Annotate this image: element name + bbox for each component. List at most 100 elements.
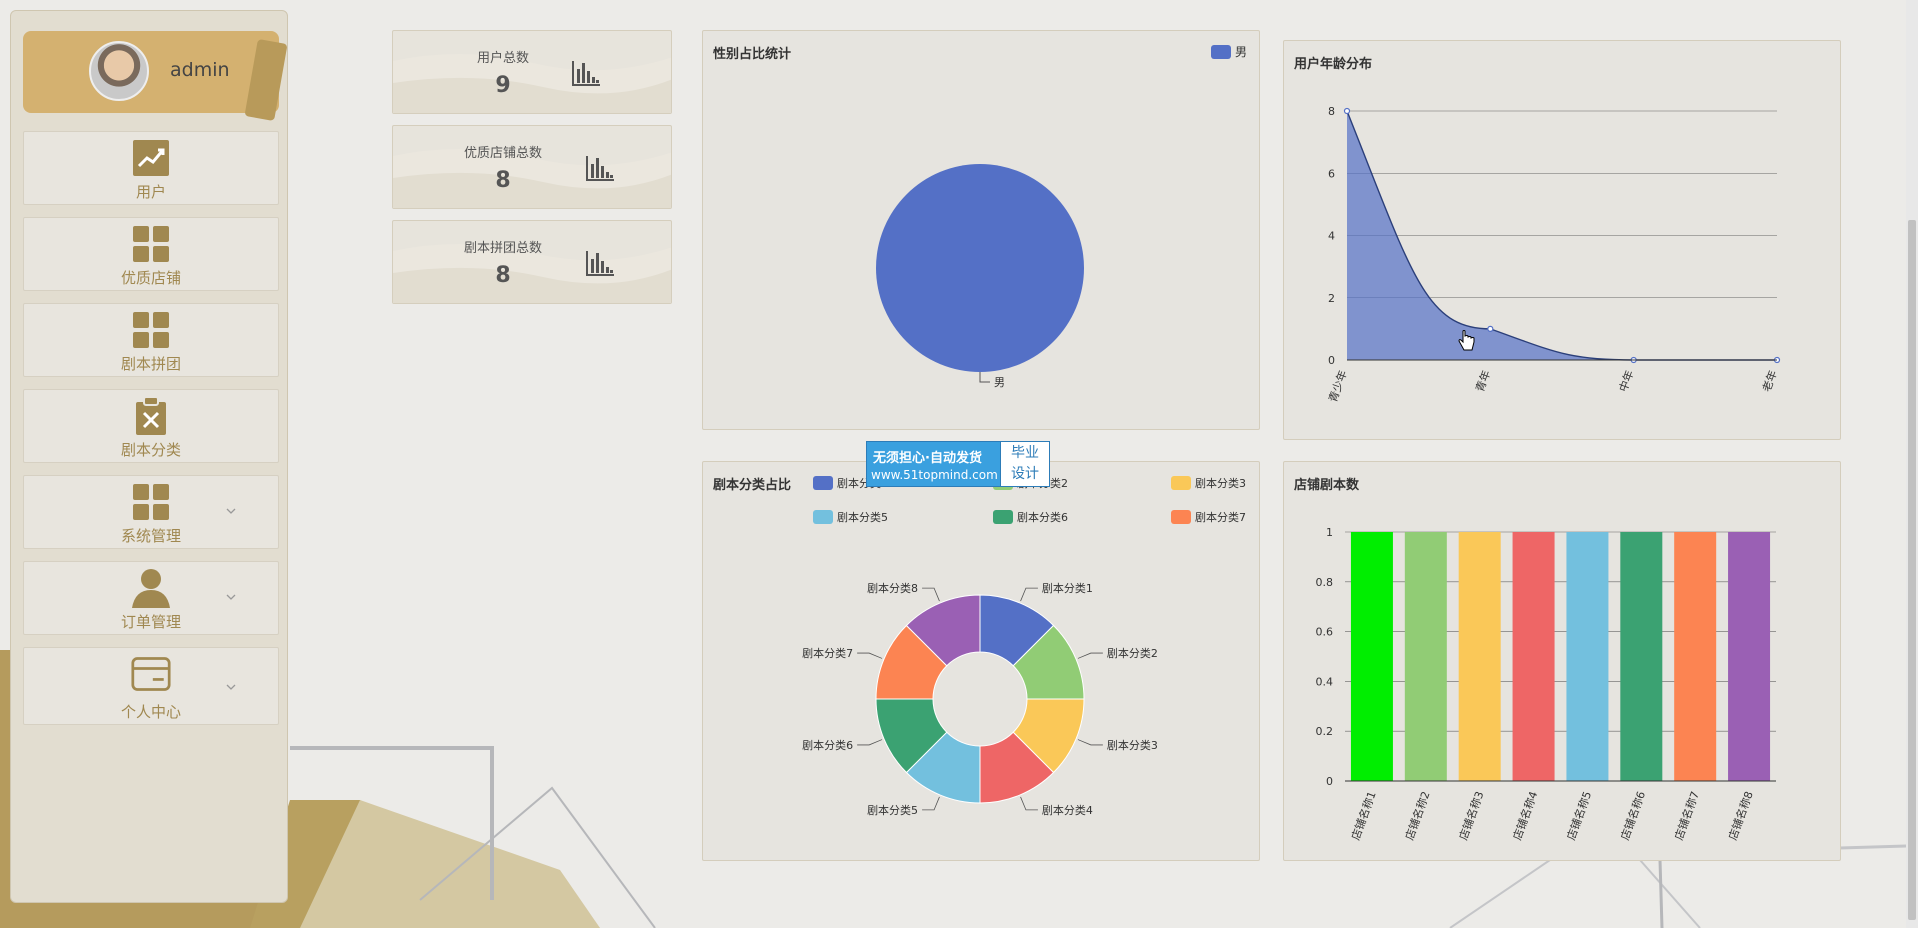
legend-swatch xyxy=(813,476,833,490)
stat-value: 9 xyxy=(495,73,511,98)
profile-card[interactable]: admin xyxy=(23,31,288,122)
grid-icon xyxy=(133,226,169,262)
category-donut-chart: 剧本分类1 剧本分类2 剧本分类3 剧本分类4 剧本分类5 剧本分类6 剧本分类7 剧本分类8… xyxy=(802,476,1246,817)
x-tick-label: 店铺名称7 xyxy=(1671,789,1702,842)
x-tick-label: 店铺名称5 xyxy=(1564,789,1595,842)
slice-label: 剧本分类4 xyxy=(1042,803,1093,817)
legend-label: 剧本分类5 xyxy=(837,510,888,524)
sidebar-item-label: 订单管理 xyxy=(120,613,181,631)
y-tick-label: 0.6 xyxy=(1316,626,1334,639)
bar xyxy=(1458,532,1501,781)
label-line xyxy=(857,739,883,746)
slice-label: 剧本分类2 xyxy=(1107,646,1158,660)
stat-card-users: 用户总数 9 xyxy=(392,30,672,114)
sidebar-item-label: 剧本拼团 xyxy=(120,355,181,373)
bar-chart-icon xyxy=(586,251,614,276)
pie-label: 男 xyxy=(994,376,1005,389)
bar xyxy=(1512,532,1555,781)
scrollbar[interactable] xyxy=(1906,0,1918,928)
bar xyxy=(1674,532,1717,781)
sidebar-item-script-category[interactable]: 剧本分类 xyxy=(23,389,279,463)
slice-label: 剧本分类3 xyxy=(1107,738,1158,752)
age-chart-panel: 用户年龄分布 0 2 4 6 8 青少年 青年 中年 老年 xyxy=(1283,40,1841,440)
y-tick-label: 0.2 xyxy=(1316,725,1334,738)
bar-chart-icon xyxy=(586,156,614,181)
bar xyxy=(1620,532,1663,781)
avatar[interactable] xyxy=(89,41,149,101)
chevron-down-icon[interactable] xyxy=(226,682,236,692)
legend-swatch xyxy=(813,510,833,524)
x-tick-label: 店铺名称6 xyxy=(1618,789,1649,842)
x-tick-label: 店铺名称1 xyxy=(1348,789,1379,842)
x-tick-label: 店铺名称8 xyxy=(1725,789,1756,842)
bar xyxy=(1566,532,1609,781)
y-tick-label: 0 xyxy=(1328,354,1335,367)
slice-label: 剧本分类8 xyxy=(867,581,918,595)
legend-label: 剧本分类6 xyxy=(1017,510,1068,524)
slice-label: 剧本分类1 xyxy=(1042,581,1093,595)
grid-icon xyxy=(133,484,169,520)
y-tick-label: 6 xyxy=(1328,167,1335,180)
label-line xyxy=(1077,739,1103,746)
legend-swatch xyxy=(1171,510,1191,524)
y-tick-label: 0 xyxy=(1326,775,1333,788)
sidebar-item-quality-stores[interactable]: 优质店铺 xyxy=(23,217,279,291)
profile-tab-decoration xyxy=(244,38,288,122)
sidebar-item-system-management[interactable]: 系统管理 xyxy=(23,475,279,549)
sidebar-item-label: 剧本分类 xyxy=(120,441,181,459)
label-line xyxy=(1020,796,1038,811)
sidebar-item-script-group[interactable]: 剧本拼团 xyxy=(23,303,279,377)
sidebar-item-personal-center[interactable]: 个人中心 xyxy=(23,647,279,725)
x-tick-label: 店铺名称3 xyxy=(1456,789,1487,842)
sidebar: admin 用户 优质店铺 剧本拼团 剧本分类 系统管理 订单管理 个人中心 xyxy=(10,10,288,903)
watermark-box-line2: 设计 xyxy=(1011,466,1039,482)
clipboard-x-icon xyxy=(136,396,166,435)
chevron-down-icon[interactable] xyxy=(226,506,236,516)
scrollbar-thumb[interactable] xyxy=(1908,220,1916,920)
sidebar-item-label: 个人中心 xyxy=(120,703,181,721)
y-tick-label: 4 xyxy=(1328,230,1335,243)
watermark-banner: 无须担心·自动发货 www.51topmind.com 毕业 设计 xyxy=(866,441,1050,487)
y-tick-label: 8 xyxy=(1328,105,1335,118)
bar xyxy=(1404,532,1447,781)
bar-chart-icon xyxy=(572,61,600,86)
x-tick-label: 老年 xyxy=(1759,368,1780,393)
x-tick-label: 青少年 xyxy=(1325,368,1349,404)
user-icon xyxy=(132,569,170,608)
bar xyxy=(1350,532,1393,781)
label-line xyxy=(1020,587,1038,602)
data-point xyxy=(1343,107,1351,115)
chevron-down-icon[interactable] xyxy=(226,592,236,602)
category-chart-panel: 剧本分类占比 剧本分类1 剧本分类2 剧本分类3 剧本分类4 剧本分类5 剧本分类6 剧本分… xyxy=(702,461,1260,861)
label-line xyxy=(922,587,940,602)
sidebar-item-users[interactable]: 用户 xyxy=(23,131,279,205)
y-tick-label: 1 xyxy=(1326,526,1333,539)
y-tick-label: 0.4 xyxy=(1316,675,1334,688)
sidebar-item-label: 用户 xyxy=(135,183,166,201)
sidebar-item-order-management[interactable]: 订单管理 xyxy=(23,561,279,635)
stat-title: 用户总数 xyxy=(476,51,529,66)
legend-swatch xyxy=(1211,45,1231,59)
x-tick-label: 店铺名称4 xyxy=(1510,789,1541,842)
legend-swatch xyxy=(993,510,1013,524)
trend-chart-icon xyxy=(133,140,169,176)
watermark-box-line1: 毕业 xyxy=(1011,445,1039,461)
stat-card-quality-stores: 优质店铺总数 8 xyxy=(392,125,672,209)
store-chart-panel: 店铺剧本数 0 0.2 0.4 0.6 0.8 1 店铺名称1 店铺名称2 店铺名称3 店铺名称4… xyxy=(1283,461,1841,861)
x-tick-label: 店铺名称2 xyxy=(1402,789,1433,842)
legend-swatch xyxy=(1171,476,1191,490)
y-tick-label: 0.8 xyxy=(1316,576,1334,589)
pie-slice xyxy=(876,164,1084,372)
age-area-chart: 0 2 4 6 8 青少年 青年 中年 老年 xyxy=(1325,105,1781,404)
watermark-box: 毕业 设计 xyxy=(1000,442,1049,486)
card-icon xyxy=(131,657,171,691)
watermark-line1: 无须担心·自动发货 xyxy=(873,451,982,466)
hand-cursor-icon xyxy=(1458,330,1475,351)
legend-label: 剧本分类7 xyxy=(1195,510,1246,524)
y-tick-label: 2 xyxy=(1328,292,1335,305)
slice-label: 剧本分类5 xyxy=(867,803,918,817)
sidebar-item-label: 系统管理 xyxy=(120,527,181,545)
data-point xyxy=(1487,325,1494,332)
stat-title: 剧本拼团总数 xyxy=(463,241,542,256)
stat-value: 8 xyxy=(495,168,511,193)
